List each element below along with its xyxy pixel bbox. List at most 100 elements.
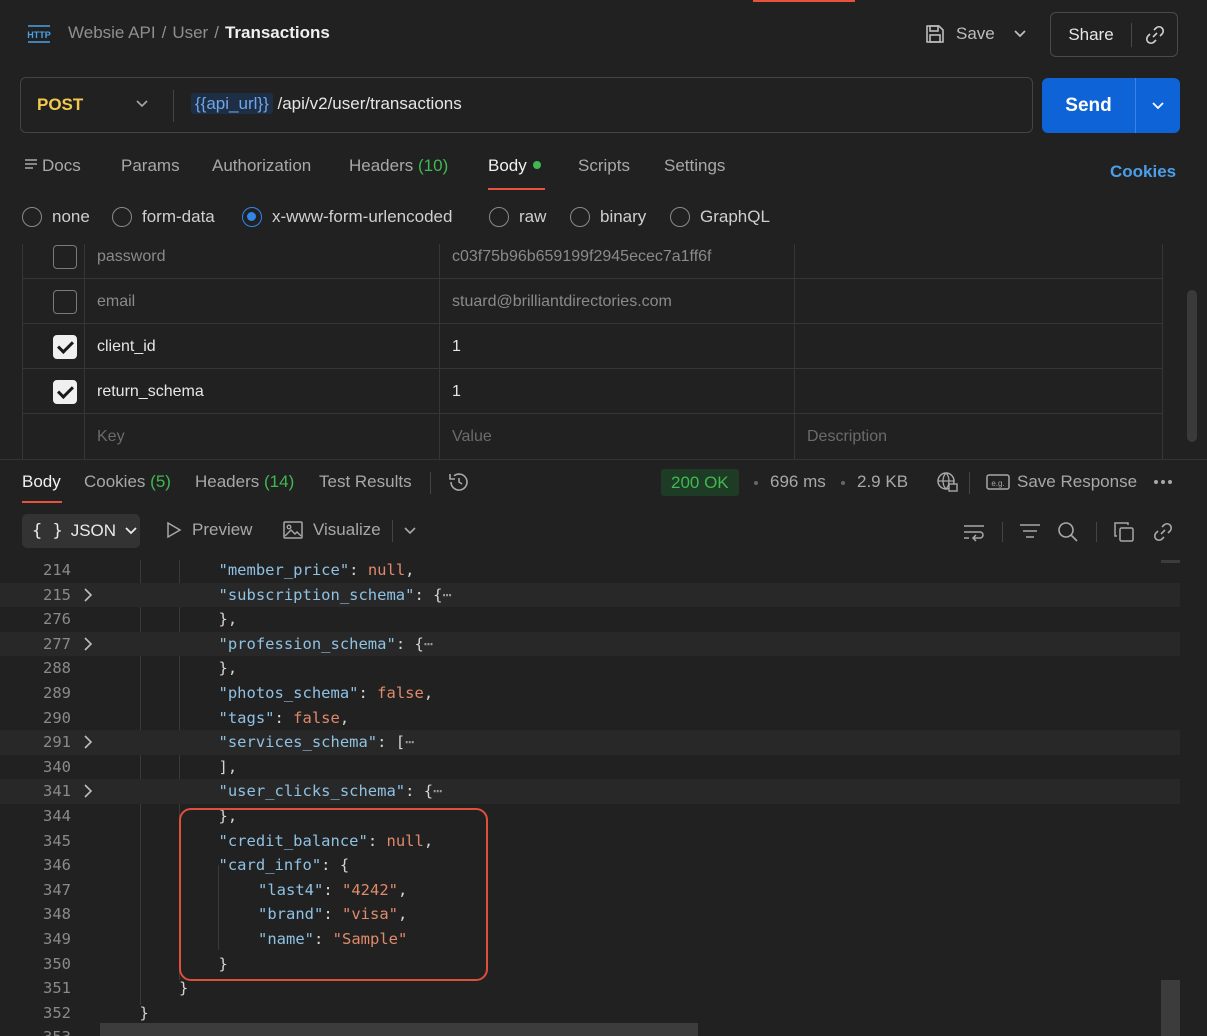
scrollbar[interactable]: [1160, 560, 1180, 1036]
tab-body[interactable]: Body: [488, 156, 541, 176]
svg-text:HTTP: HTTP: [27, 30, 51, 40]
radio[interactable]: [670, 207, 690, 227]
radio[interactable]: [570, 207, 590, 227]
row-checkbox-checked[interactable]: [53, 379, 77, 404]
tab-settings[interactable]: Settings: [664, 156, 725, 176]
param-value[interactable]: 1: [452, 324, 461, 369]
response-time[interactable]: 696 ms: [770, 472, 826, 492]
body-type-binary[interactable]: binary: [570, 207, 646, 227]
breadcrumb-current[interactable]: Transactions: [225, 23, 330, 42]
code-line: 289 "photos_schema": false,: [0, 681, 1180, 706]
http-icon: HTTP: [24, 22, 54, 46]
code-line: 291 "services_schema": [⋯: [0, 730, 1180, 755]
line-number: 344: [43, 807, 71, 825]
status-badge[interactable]: 200 OK: [661, 469, 739, 496]
key-placeholder[interactable]: Key: [97, 414, 125, 459]
send-dropdown-button[interactable]: [1136, 78, 1180, 133]
response-body-viewer[interactable]: 214 "member_price": null, 215 "subscription…: [0, 560, 1207, 1036]
param-key[interactable]: email: [97, 279, 135, 324]
row-checkbox[interactable]: [53, 244, 77, 269]
code-line: 277 "profession_schema": {⋯: [0, 631, 1180, 657]
chevron-right-icon[interactable]: [80, 636, 96, 652]
body-type-graphql[interactable]: GraphQL: [670, 207, 770, 227]
body-type-none[interactable]: none: [22, 207, 90, 227]
chevron-right-icon[interactable]: [80, 587, 96, 603]
save-button[interactable]: Save: [924, 20, 995, 48]
param-key[interactable]: password: [97, 244, 165, 279]
code-text: "subscription_schema": {⋯: [218, 585, 452, 604]
radio[interactable]: [22, 207, 42, 227]
cookies-link[interactable]: Cookies: [1110, 162, 1176, 182]
radio[interactable]: [489, 207, 509, 227]
radio[interactable]: [112, 207, 132, 227]
code-line: 341 "user_clicks_schema": {⋯: [0, 779, 1180, 804]
save-dropdown-button[interactable]: [1006, 20, 1034, 48]
code-text: }: [139, 1003, 149, 1022]
breadcrumb-item[interactable]: User: [172, 23, 208, 42]
response-tab-headers[interactable]: Headers (14): [195, 472, 294, 492]
code-text: ],: [218, 757, 238, 776]
tab-authorization[interactable]: Authorization: [212, 156, 311, 176]
scrollbar-thumb[interactable]: [1161, 980, 1180, 1036]
body-type-form-data[interactable]: form-data: [112, 207, 215, 227]
tab-docs[interactable]: Docs: [24, 156, 81, 176]
format-select[interactable]: { } JSON: [22, 514, 140, 548]
tab-scripts[interactable]: Scripts: [578, 156, 630, 176]
code-line: 349 "name": "Sample": [0, 927, 1180, 952]
code-text: },: [218, 659, 238, 678]
url-input[interactable]: {{api_url}} /api/v2/user/transactions: [191, 93, 462, 114]
line-number: 349: [43, 930, 71, 948]
row-checkbox-checked[interactable]: [53, 334, 77, 359]
more-icon[interactable]: [1151, 470, 1175, 494]
param-value[interactable]: stuard@brilliantdirectories.com: [452, 279, 672, 324]
param-key[interactable]: return_schema: [97, 369, 204, 414]
line-number: 350: [43, 954, 71, 973]
share-button[interactable]: Share: [1051, 25, 1131, 45]
response-tab-test-results[interactable]: Test Results: [319, 472, 412, 492]
response-tab-body[interactable]: Body: [22, 472, 61, 492]
preview-button[interactable]: Preview: [166, 520, 252, 540]
description-placeholder[interactable]: Description: [807, 414, 887, 459]
copy-link-button[interactable]: [1132, 24, 1177, 46]
save-response-button[interactable]: Save Response: [1017, 472, 1137, 492]
code-line: 215 "subscription_schema": {⋯: [0, 582, 1180, 608]
line-number: 288: [43, 659, 71, 678]
visualize-button[interactable]: Visualize: [283, 520, 381, 540]
body-type-raw[interactable]: raw: [489, 207, 546, 227]
response-size[interactable]: 2.9 KB: [857, 472, 908, 492]
line-number: 347: [43, 880, 71, 899]
line-number: 345: [43, 831, 71, 850]
visualize-dropdown[interactable]: [392, 520, 417, 542]
breadcrumb-item[interactable]: Websie API: [68, 23, 156, 42]
param-value[interactable]: c03f75b96b659199f2945ecec7a1ff6f: [452, 244, 712, 279]
horizontal-scrollbar[interactable]: [100, 1023, 698, 1036]
tab-headers[interactable]: Headers (10): [349, 156, 448, 176]
code-text: "credit_balance": null,: [218, 831, 434, 850]
code-text: "services_schema": [⋯: [218, 733, 415, 752]
tab-params[interactable]: Params: [121, 156, 180, 176]
line-number: 277: [43, 634, 71, 653]
table-row: return_schema 1: [22, 369, 1163, 414]
value-placeholder[interactable]: Value: [452, 414, 492, 459]
filter-icon[interactable]: [1018, 520, 1042, 544]
history-icon[interactable]: [447, 470, 471, 494]
method-select[interactable]: POST: [37, 95, 83, 115]
globe-lock-icon[interactable]: [935, 470, 959, 494]
example-icon: e.g.: [986, 470, 1010, 494]
code-text: "card_info": {: [218, 856, 350, 875]
scrollbar[interactable]: [1187, 290, 1197, 442]
chevron-right-icon[interactable]: [80, 783, 96, 799]
response-tab-cookies[interactable]: Cookies (5): [84, 472, 171, 492]
search-icon[interactable]: [1056, 520, 1080, 544]
radio-selected[interactable]: [242, 207, 262, 227]
copy-icon[interactable]: [1112, 520, 1136, 544]
send-button[interactable]: Send: [1042, 78, 1135, 133]
param-value[interactable]: 1: [452, 369, 461, 414]
body-type-urlencoded[interactable]: x-www-form-urlencoded: [242, 207, 452, 227]
wrap-icon[interactable]: [962, 520, 986, 544]
row-checkbox[interactable]: [53, 289, 77, 314]
chevron-down-icon[interactable]: [135, 96, 149, 114]
chevron-right-icon[interactable]: [80, 734, 96, 750]
param-key[interactable]: client_id: [97, 324, 156, 369]
link-icon[interactable]: [1151, 520, 1175, 544]
